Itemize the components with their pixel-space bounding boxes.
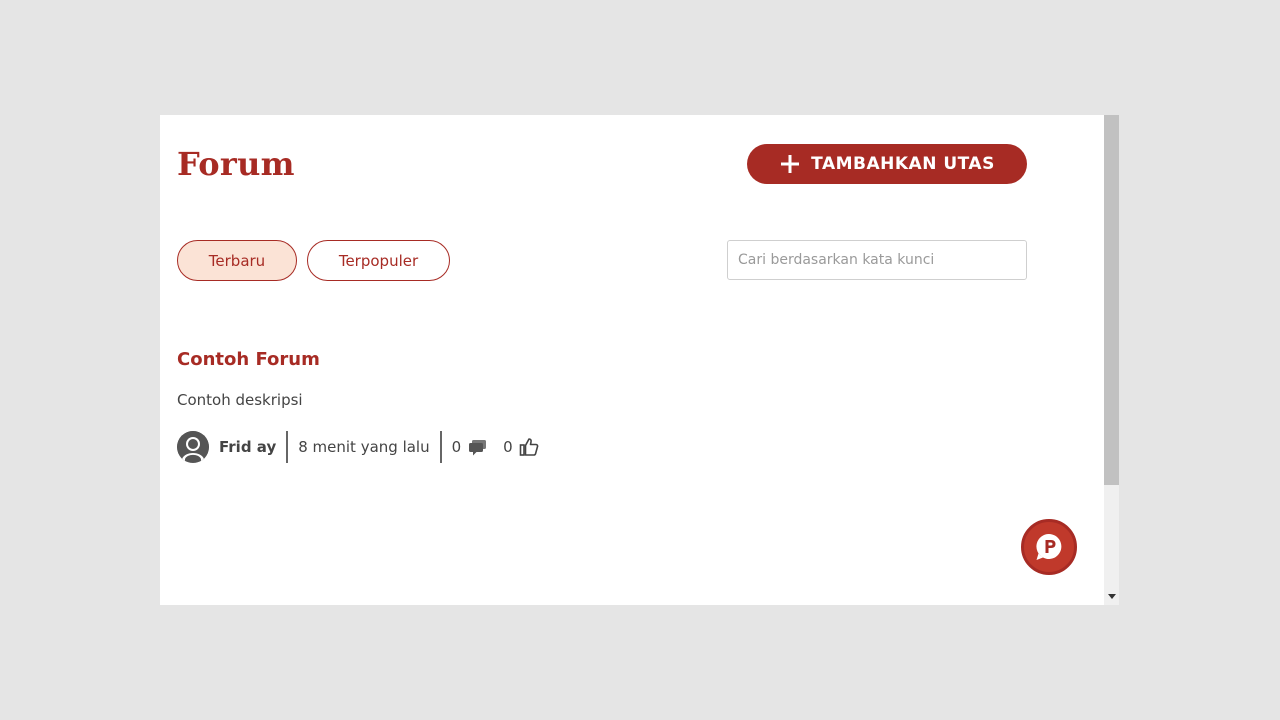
user-avatar-icon[interactable] [177, 431, 209, 463]
scrollbar-thumb[interactable] [1104, 115, 1119, 485]
post-time: 8 menit yang lalu [298, 438, 430, 456]
post-title[interactable]: Contoh Forum [177, 349, 320, 370]
arrow-down-icon[interactable] [1104, 588, 1119, 605]
meta-divider [439, 431, 442, 463]
add-thread-button[interactable]: TAMBAHKAN UTAS [747, 144, 1027, 184]
meta-divider [286, 431, 289, 463]
chat-bubble-p-icon[interactable] [1021, 519, 1077, 575]
tab-terpopuler[interactable]: Terpopuler [307, 240, 450, 281]
search-input[interactable] [727, 240, 1027, 280]
post-meta: Frid ay 8 menit yang lalu 0 0 [177, 430, 539, 464]
sort-tabs: Terbaru Terpopuler [177, 240, 450, 281]
thumbs-up-icon[interactable] [519, 437, 539, 457]
page-title: Forum [177, 145, 295, 183]
post-description: Contoh deskripsi [177, 391, 303, 409]
forum-frame: Forum TAMBAHKAN UTAS Terbaru Terpopuler … [160, 115, 1119, 605]
plus-icon [779, 153, 801, 175]
comment-icon[interactable] [467, 438, 489, 456]
add-thread-label: TAMBAHKAN UTAS [811, 154, 995, 174]
scrollbar[interactable] [1104, 115, 1119, 605]
comment-count: 0 [451, 438, 462, 456]
tab-terbaru[interactable]: Terbaru [177, 240, 297, 281]
post-author[interactable]: Frid ay [219, 438, 276, 456]
like-count: 0 [503, 438, 513, 456]
